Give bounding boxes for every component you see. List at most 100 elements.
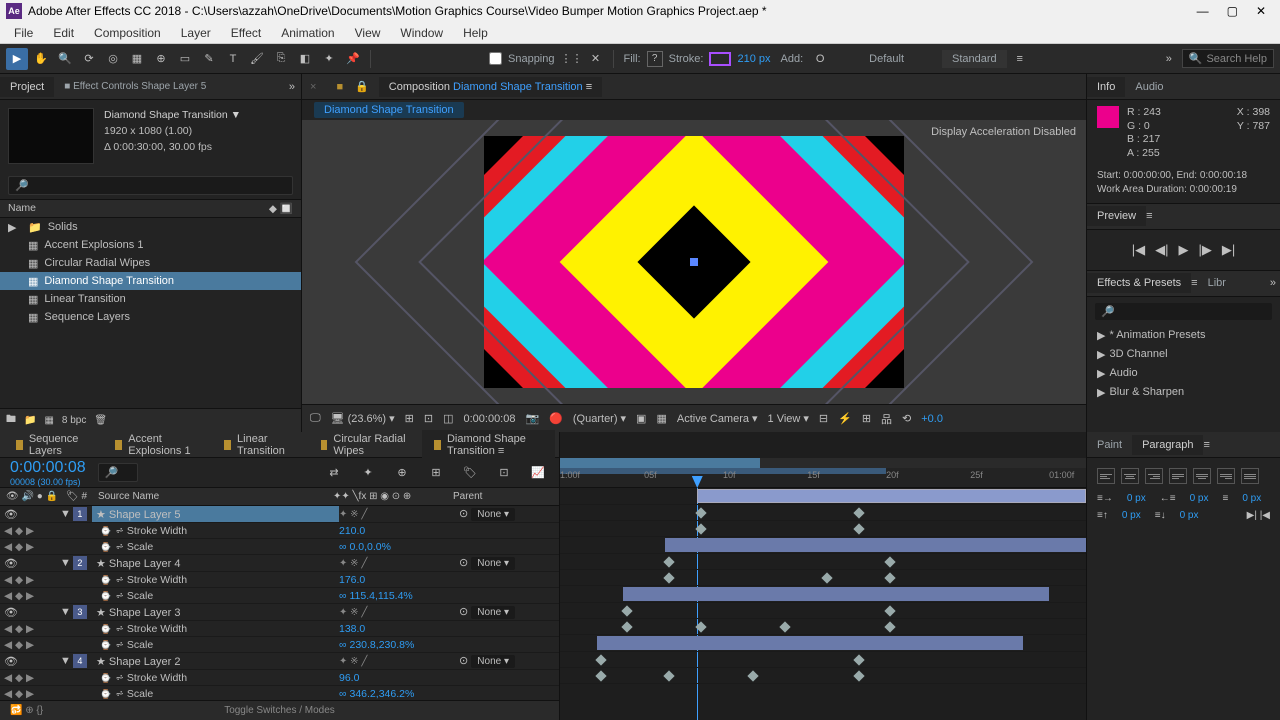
magnify-icon[interactable]: 🖵 <box>310 412 321 425</box>
property-row[interactable]: ◀ ◆ ▶ ⩫ Scale 115.4,115.4% <box>0 588 559 604</box>
snap-opt-icon[interactable]: ⋮⋮ <box>561 48 583 70</box>
project-item[interactable]: ▦Diamond Shape Transition <box>0 272 301 290</box>
type-tool[interactable]: T <box>222 48 244 70</box>
tl-opt2-icon[interactable]: ✦ <box>357 462 379 484</box>
stroke-width[interactable]: 210 px <box>733 53 774 65</box>
zoom-slider[interactable] <box>560 458 1086 468</box>
align-center-icon[interactable] <box>1121 468 1139 484</box>
property-row[interactable]: ◀ ◆ ▶ ⩫ Scale 0.0,0.0% <box>0 539 559 555</box>
pixel-aspect-icon[interactable]: ⊟ <box>819 412 828 425</box>
tab-audio[interactable]: Audio <box>1125 77 1173 97</box>
hand-tool[interactable]: ✋ <box>30 48 52 70</box>
channel-icon[interactable]: 🔴 <box>549 412 563 425</box>
project-search[interactable]: 🔎 <box>8 176 293 195</box>
layer-row[interactable]: 👁 ▼ 4 ★ Shape Layer 2 ✦ ※ ╱ ⊙ None ▾ <box>0 653 559 670</box>
layer-row[interactable]: 👁 ▼ 3 ★ Shape Layer 3 ✦ ※ ╱ ⊙ None ▾ <box>0 604 559 621</box>
camera-tool[interactable]: ▦ <box>126 48 148 70</box>
exposure[interactable]: +0.0 <box>921 413 943 425</box>
tl-opt1-icon[interactable]: ⇄ <box>323 462 345 484</box>
guides-icon[interactable]: ⊡ <box>424 412 433 425</box>
property-row[interactable]: ◀ ◆ ▶ ⩫ Scale 230.8,230.8% <box>0 637 559 653</box>
tab-paragraph[interactable]: Paragraph <box>1132 435 1203 455</box>
menu-window[interactable]: Window <box>390 24 453 42</box>
timeline-tab[interactable]: Sequence Layers <box>4 430 99 460</box>
fast-preview-icon[interactable]: ⚡ <box>838 412 852 425</box>
maximize-button[interactable]: ▢ <box>1227 4 1238 18</box>
menu-effect[interactable]: Effect <box>221 24 271 42</box>
interpret-icon[interactable]: 🖿 <box>6 412 16 429</box>
tab-effects-presets[interactable]: Effects & Presets <box>1087 273 1191 293</box>
effect-category[interactable]: ▶Blur & Sharpen <box>1087 383 1280 402</box>
breadcrumb[interactable]: Diamond Shape Transition <box>314 102 464 118</box>
property-row[interactable]: ◀ ◆ ▶ ⩫ Scale 346.2,346.2% <box>0 686 559 700</box>
effect-category[interactable]: ▶3D Channel <box>1087 345 1280 364</box>
timeline-search[interactable]: 🔎 <box>98 463 138 482</box>
property-row[interactable]: ◀ ◆ ▶ ⩫ Stroke Width 210.0 <box>0 523 559 539</box>
align-left-icon[interactable] <box>1097 468 1115 484</box>
tab-paint[interactable]: Paint <box>1087 435 1132 455</box>
tl-opt4-icon[interactable]: ⊞ <box>425 462 447 484</box>
project-item[interactable]: ▦Circular Radial Wipes <box>0 254 301 272</box>
menu-view[interactable]: View <box>345 24 391 42</box>
rotate-tool[interactable]: ◎ <box>102 48 124 70</box>
timeline-icon[interactable]: ⊞ <box>862 412 871 425</box>
zoom-dd[interactable]: 🖥 (23.6%) ▾ <box>331 412 395 425</box>
lock-icon[interactable]: 🔒 <box>355 80 369 93</box>
effects-search[interactable]: 🔎 <box>1095 303 1272 320</box>
minimize-button[interactable]: — <box>1197 4 1209 18</box>
add-button[interactable]: O <box>809 48 831 70</box>
selection-tool[interactable]: ▶ <box>6 48 28 70</box>
current-time[interactable]: 0:00:00:08 <box>463 413 515 425</box>
tl-graph-icon[interactable]: 📈 <box>527 462 549 484</box>
next-frame-button[interactable]: |▶ <box>1199 242 1212 258</box>
views-dd[interactable]: 1 View ▾ <box>768 412 809 425</box>
property-row[interactable]: ◀ ◆ ▶ ⩫ Stroke Width 138.0 <box>0 621 559 637</box>
brush-tool[interactable]: 🖌 <box>246 48 268 70</box>
workspace-dd[interactable]: Default <box>865 53 908 65</box>
tab-libraries[interactable]: Libr <box>1198 273 1236 293</box>
project-item[interactable]: ▦Accent Explosions 1 <box>0 236 301 254</box>
puppet-tool[interactable]: 📌 <box>342 48 364 70</box>
snapshot-icon[interactable]: 📷 <box>525 412 539 425</box>
timeline-timecode[interactable]: 0:00:00:08 <box>10 459 86 477</box>
effect-category[interactable]: ▶Audio <box>1087 364 1280 383</box>
new-folder-icon[interactable]: 📁 <box>24 415 36 426</box>
play-button[interactable]: ▶ <box>1179 242 1189 258</box>
orbit-tool[interactable]: ⟳ <box>78 48 100 70</box>
stroke-swatch[interactable] <box>709 52 731 66</box>
composition-viewer[interactable]: Display Acceleration Disabled <box>302 120 1086 404</box>
clone-tool[interactable]: ⎘ <box>270 48 292 70</box>
tab-info[interactable]: Info <box>1087 77 1125 97</box>
comp-name[interactable]: Diamond Shape Transition ▼ <box>104 108 241 124</box>
tl-opt3-icon[interactable]: ⊕ <box>391 462 413 484</box>
camera-dd[interactable]: Active Camera ▾ <box>677 412 758 425</box>
pen-tool[interactable]: ✎ <box>198 48 220 70</box>
trash-icon[interactable]: 🗑 <box>94 415 107 426</box>
close-button[interactable]: ✕ <box>1256 4 1266 18</box>
fill-swatch[interactable] <box>647 51 663 67</box>
search-help[interactable]: 🔍 Search Help <box>1182 49 1274 68</box>
first-frame-button[interactable]: |◀ <box>1132 242 1145 258</box>
layout-menu-icon[interactable]: ≡ <box>1009 48 1031 70</box>
project-item[interactable]: ▶📁Solids <box>0 218 301 236</box>
property-row[interactable]: ◀ ◆ ▶ ⩫ Stroke Width 176.0 <box>0 572 559 588</box>
layout-dd[interactable]: Standard <box>942 50 1007 68</box>
new-comp-icon[interactable]: ▦ <box>44 415 53 426</box>
timeline-tab[interactable]: Circular Radial Wipes <box>309 430 419 460</box>
layer-row[interactable]: 👁 ▼ 2 ★ Shape Layer 4 ✦ ※ ╱ ⊙ None ▾ <box>0 555 559 572</box>
col-name[interactable]: Name <box>8 202 36 215</box>
panel-overflow-icon[interactable]: » <box>283 81 301 93</box>
roto-tool[interactable]: ✦ <box>318 48 340 70</box>
panel-grip-icon[interactable]: × <box>310 81 316 93</box>
resolution-icon[interactable]: ⊞ <box>405 412 414 425</box>
time-ruler[interactable]: 1:00f05f10f15f20f25f01:00f <box>560 468 1086 488</box>
timeline-tab[interactable]: Accent Explosions 1 <box>103 430 208 460</box>
flowchart-icon[interactable]: 品 <box>881 411 892 427</box>
zoom-tool[interactable]: 🔍 <box>54 48 76 70</box>
pan-behind-tool[interactable]: ⊕ <box>150 48 172 70</box>
last-frame-button[interactable]: ▶| <box>1222 242 1235 258</box>
menu-layer[interactable]: Layer <box>171 24 221 42</box>
align-right-icon[interactable] <box>1145 468 1163 484</box>
effect-category[interactable]: ▶* Animation Presets <box>1087 326 1280 345</box>
project-item[interactable]: ▦Linear Transition <box>0 290 301 308</box>
